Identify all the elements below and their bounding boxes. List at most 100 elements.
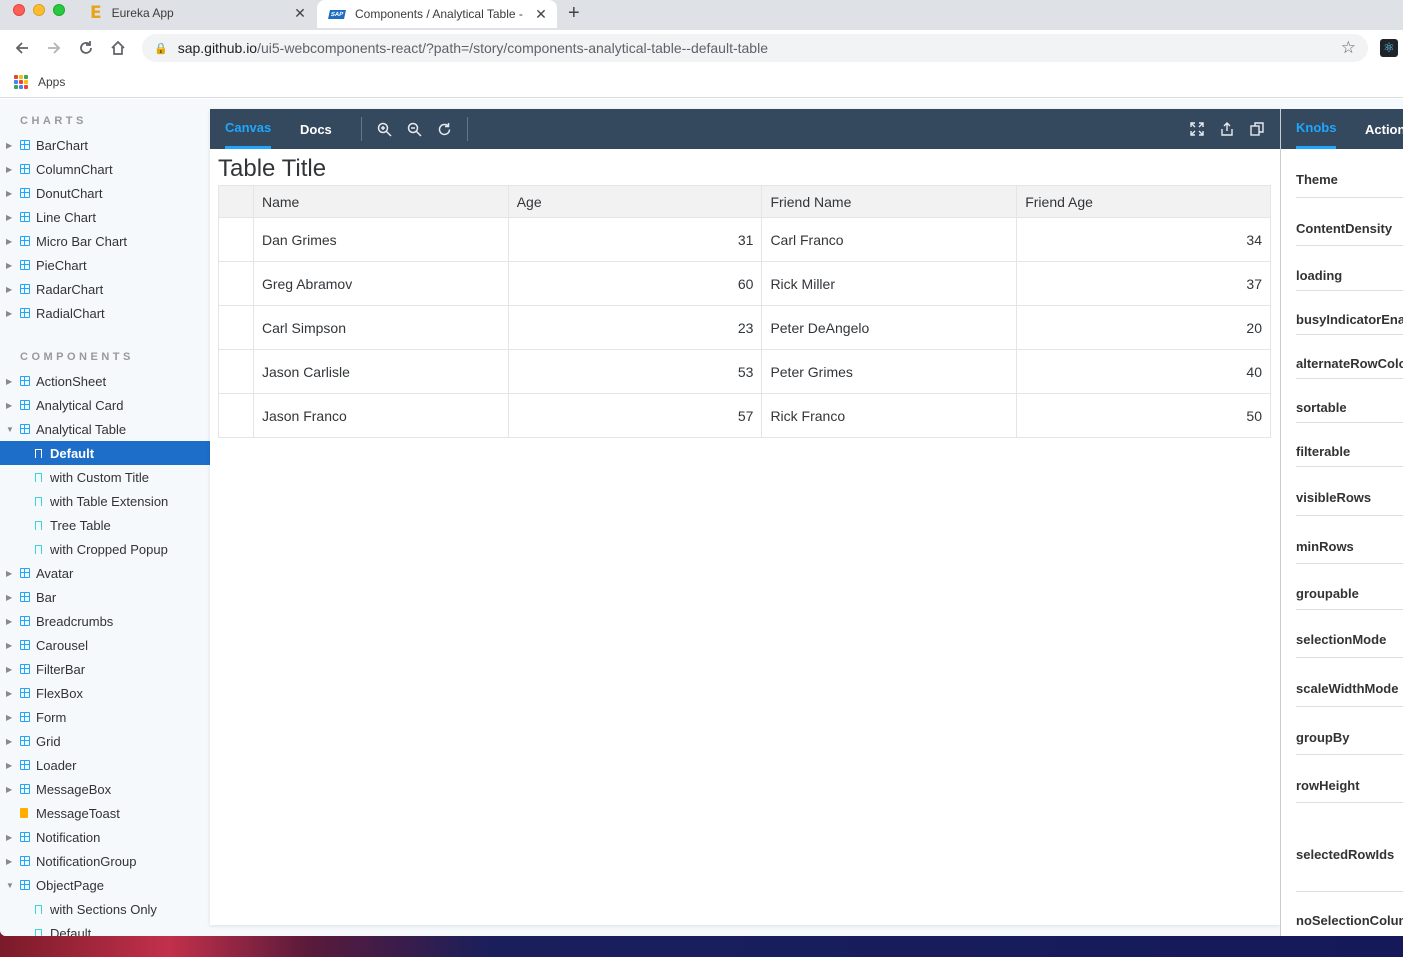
knob-divider <box>1296 754 1403 755</box>
open-new-tab-icon[interactable] <box>1217 119 1237 139</box>
apps-grid-icon[interactable] <box>14 74 28 89</box>
sidebar-item[interactable]: MessageToast <box>0 801 210 825</box>
cell-friend-name: Rick Franco <box>761 393 1018 438</box>
sidebar-story-label: with Table Extension <box>50 493 169 509</box>
caret-right-icon: ▶ <box>6 760 13 770</box>
row-selection-cell[interactable] <box>218 217 254 262</box>
table-row[interactable]: Jason Franco 57 Rick Franco 50 <box>218 393 1271 438</box>
reload-icon[interactable] <box>76 38 96 58</box>
home-icon[interactable] <box>108 38 128 58</box>
copy-link-icon[interactable] <box>1247 119 1267 139</box>
component-icon <box>20 664 30 674</box>
sidebar-item[interactable]: ▶ Line Chart <box>0 205 210 229</box>
table-row[interactable]: Carl Simpson 23 Peter DeAngelo 20 <box>218 305 1271 350</box>
sidebar-item[interactable]: ▶ Form <box>0 705 210 729</box>
sidebar-item[interactable]: ▶ PieChart <box>0 253 210 277</box>
column-header-name[interactable]: Name <box>252 185 509 218</box>
reset-zoom-icon[interactable] <box>434 119 454 139</box>
sidebar-story[interactable]: Tree Table <box>0 513 210 537</box>
sidebar-item[interactable]: ▶ Notification <box>0 825 210 849</box>
zoom-in-icon[interactable] <box>374 119 394 139</box>
component-icon <box>20 400 30 410</box>
row-selection-cell[interactable] <box>218 261 254 306</box>
sidebar-item[interactable]: ▶ Analytical Card <box>0 393 210 417</box>
row-selection-cell[interactable] <box>218 349 254 394</box>
selection-column-header[interactable] <box>218 185 254 218</box>
sidebar-item[interactable]: ▶ ColumnChart <box>0 157 210 181</box>
tab-docs[interactable]: Docs <box>300 109 332 149</box>
table-title: Table Title <box>218 155 327 182</box>
component-icon <box>20 188 30 198</box>
address-bar[interactable]: 🔒 sap.github.io/ui5-webcomponents-react/… <box>142 34 1368 62</box>
sidebar-item-label: FlexBox <box>36 685 83 701</box>
components-heading: COMPONENTS <box>20 351 134 363</box>
apps-bookmark[interactable]: Apps <box>38 75 65 89</box>
tab-knobs[interactable]: Knobs <box>1296 109 1337 149</box>
toolbar-divider <box>467 117 468 141</box>
sidebar-item[interactable]: ▶ RadialChart <box>0 301 210 325</box>
zoom-out-icon[interactable] <box>404 119 424 139</box>
toolbar-divider <box>361 117 362 141</box>
sidebar-item[interactable]: ▶ FilterBar <box>0 657 210 681</box>
browser-tab-analytical-table[interactable]: SAP Components / Analytical Table - ✕ <box>317 0 557 28</box>
close-tab-icon[interactable]: ✕ <box>531 6 551 23</box>
sidebar-item[interactable]: ▶ NotificationGroup <box>0 849 210 873</box>
column-header-age[interactable]: Age <box>507 185 763 218</box>
row-selection-cell[interactable] <box>218 305 254 350</box>
sidebar-item[interactable]: ▶ DonutChart <box>0 181 210 205</box>
caret-right-icon: ▶ <box>6 736 13 746</box>
back-icon[interactable] <box>12 38 32 58</box>
knob-divider <box>1296 290 1403 291</box>
table-row[interactable]: Greg Abramov 60 Rick Miller 37 <box>218 261 1271 306</box>
table-row[interactable]: Dan Grimes 31 Carl Franco 34 <box>218 217 1271 262</box>
storybook-ui: CHARTS COMPONENTS ▶ BarChart ▶ ColumnChart ▶… <box>0 99 1403 936</box>
sidebar-story[interactable]: with Cropped Popup <box>0 537 210 561</box>
caret-right-icon: ▶ <box>6 164 13 174</box>
close-tab-icon[interactable]: ✕ <box>290 5 310 22</box>
column-header-friend-age[interactable]: Friend Age <box>1016 185 1271 218</box>
knob-divider <box>1296 802 1403 803</box>
cell-name: Greg Abramov <box>252 261 509 306</box>
preview-panel: Canvas Docs Table Title Name Age Friend … <box>210 109 1280 925</box>
component-icon <box>20 688 30 698</box>
minimize-window-button[interactable] <box>33 4 45 16</box>
sidebar-item[interactable]: ▶ Grid <box>0 729 210 753</box>
browser-tab-eureka[interactable]: E Eureka App ✕ <box>80 0 316 26</box>
sidebar-item[interactable]: ▶ BarChart <box>0 133 210 157</box>
bookmark-star-icon[interactable]: ☆ <box>1341 38 1356 58</box>
cell-age: 53 <box>507 349 763 394</box>
fullscreen-icon[interactable] <box>1187 119 1207 139</box>
sidebar-story[interactable]: Default <box>0 921 210 936</box>
sidebar-story[interactable]: with Custom Title <box>0 465 210 489</box>
sidebar-item[interactable]: ▼ Analytical Table <box>0 417 210 441</box>
sidebar-story[interactable]: with Sections Only <box>0 897 210 921</box>
sidebar-item[interactable]: ▶ MessageBox <box>0 777 210 801</box>
charts-heading: CHARTS <box>20 115 87 127</box>
sidebar-item[interactable]: ▶ Micro Bar Chart <box>0 229 210 253</box>
row-selection-cell[interactable] <box>218 393 254 438</box>
sidebar-story[interactable]: Default <box>0 441 210 465</box>
sidebar-item[interactable]: ▶ ActionSheet <box>0 369 210 393</box>
component-icon <box>20 616 30 626</box>
sidebar-story[interactable]: with Table Extension <box>0 489 210 513</box>
sidebar-item[interactable]: ▶ Avatar <box>0 561 210 585</box>
sap-favicon-icon: SAP <box>328 9 346 19</box>
maximize-window-button[interactable] <box>53 4 65 16</box>
sidebar-item[interactable]: ▶ RadarChart <box>0 277 210 301</box>
column-header-friend-name[interactable]: Friend Name <box>761 185 1018 218</box>
sidebar-item[interactable]: ▶ FlexBox <box>0 681 210 705</box>
sidebar-item[interactable]: ▶ Carousel <box>0 633 210 657</box>
table-row[interactable]: Jason Carlisle 53 Peter Grimes 40 <box>218 349 1271 394</box>
sidebar-item[interactable]: ▼ ObjectPage <box>0 873 210 897</box>
caret-down-icon: ▼ <box>6 424 14 434</box>
sidebar-item[interactable]: ▶ Loader <box>0 753 210 777</box>
close-window-button[interactable] <box>13 4 25 16</box>
tab-canvas[interactable]: Canvas <box>225 109 272 149</box>
new-tab-icon[interactable]: + <box>568 2 580 25</box>
sidebar-item[interactable]: ▶ Breadcrumbs <box>0 609 210 633</box>
forward-icon[interactable] <box>44 38 64 58</box>
tab-actions[interactable]: Actions <box>1365 109 1403 149</box>
react-devtools-icon[interactable]: ⚛ <box>1380 39 1398 57</box>
caret-right-icon: ▶ <box>6 688 13 698</box>
sidebar-item[interactable]: ▶ Bar <box>0 585 210 609</box>
